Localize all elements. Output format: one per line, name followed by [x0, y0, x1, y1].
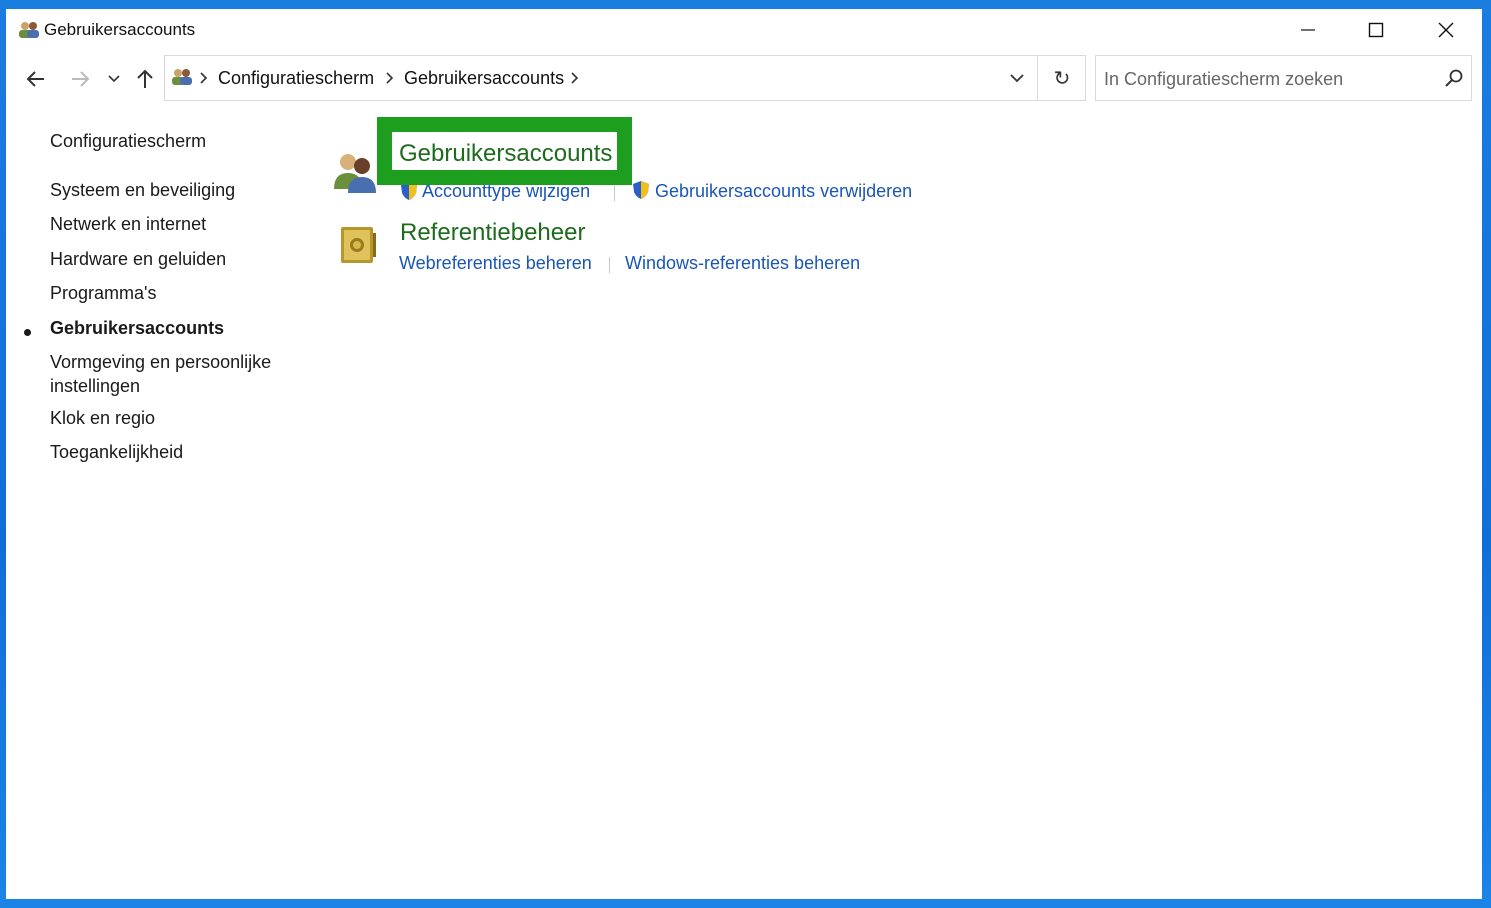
breadcrumb-configuratiescherm[interactable]: Configuratiescherm	[218, 68, 374, 89]
search-icon[interactable]	[1444, 68, 1464, 88]
active-item-bullet	[24, 329, 31, 336]
back-arrow-icon	[26, 71, 44, 87]
maximize-icon	[1368, 22, 1384, 38]
window-title: Gebruikersaccounts	[44, 20, 196, 39]
back-button[interactable]	[20, 63, 52, 95]
category-title-gebruikersaccounts[interactable]: Gebruikersaccounts	[399, 140, 612, 168]
maximize-button[interactable]	[1342, 9, 1410, 51]
sidebar-item-klok[interactable]: Klok en regio	[50, 406, 290, 430]
up-button[interactable]	[130, 63, 160, 95]
close-button[interactable]	[1412, 9, 1480, 51]
shield-icon	[633, 181, 649, 199]
minimize-button[interactable]	[1274, 9, 1342, 51]
search-box[interactable]	[1095, 55, 1472, 101]
recent-locations-button[interactable]	[104, 63, 124, 95]
link-gebruikersaccounts-verwijderen[interactable]: Gebruikersaccounts verwijderen	[655, 181, 912, 202]
breadcrumb-gebruikersaccounts[interactable]: Gebruikersaccounts	[404, 68, 564, 89]
user-accounts-icon	[19, 22, 39, 38]
control-panel-window: Gebruikersaccounts Configuratiescherm Ge…	[6, 9, 1482, 899]
highlight-box: Gebruikersaccounts	[377, 117, 632, 185]
title-bar[interactable]: Gebruikersaccounts	[6, 9, 1482, 51]
sidebar: Configuratiescherm Systeem en beveiligin…	[6, 105, 306, 885]
close-icon	[1438, 22, 1454, 38]
chevron-right-icon[interactable]	[383, 68, 397, 88]
address-dropdown-button[interactable]	[997, 56, 1037, 100]
refresh-button[interactable]: ↻	[1038, 56, 1086, 100]
sidebar-item-gebruikersaccounts[interactable]: Gebruikersaccounts	[50, 316, 290, 340]
category-title-referentiebeheer[interactable]: Referentiebeheer	[400, 219, 585, 247]
user-accounts-icon	[172, 69, 192, 85]
credential-vault-icon[interactable]	[338, 223, 378, 267]
chevron-down-icon	[1010, 73, 1024, 82]
sidebar-item-programmas[interactable]: Programma's	[50, 281, 290, 305]
sidebar-item-netwerk[interactable]: Netwerk en internet	[50, 212, 290, 236]
sidebar-item-toegankelijkheid[interactable]: Toegankelijkheid	[50, 440, 290, 464]
navigation-bar: Configuratiescherm Gebruikersaccounts ↻	[6, 53, 1482, 105]
link-webreferenties-beheren[interactable]: Webreferenties beheren	[399, 253, 592, 274]
sidebar-item-hardware[interactable]: Hardware en geluiden	[50, 247, 290, 271]
search-input[interactable]	[1104, 66, 1424, 92]
user-accounts-icon[interactable]	[332, 149, 378, 195]
chevron-right-icon[interactable]	[197, 68, 211, 88]
main-content: Accounttype wijzigen Gebruikersaccounts …	[326, 105, 1466, 885]
minimize-icon	[1301, 29, 1315, 31]
sidebar-home-link[interactable]: Configuratiescherm	[50, 129, 290, 153]
chevron-down-icon	[108, 75, 120, 83]
link-separator	[609, 257, 610, 273]
link-separator	[614, 185, 615, 201]
chevron-right-icon[interactable]	[568, 68, 582, 88]
link-windows-referenties-beheren[interactable]: Windows-referenties beheren	[625, 253, 860, 274]
forward-button[interactable]	[64, 63, 96, 95]
sidebar-item-vormgeving[interactable]: Vormgeving en persoonlijke instellingen	[50, 350, 290, 398]
up-arrow-icon	[137, 69, 153, 88]
forward-arrow-icon	[72, 71, 90, 87]
address-bar[interactable]: Configuratiescherm Gebruikersaccounts ↻	[164, 55, 1086, 101]
sidebar-item-systeem[interactable]: Systeem en beveiliging	[50, 178, 290, 202]
